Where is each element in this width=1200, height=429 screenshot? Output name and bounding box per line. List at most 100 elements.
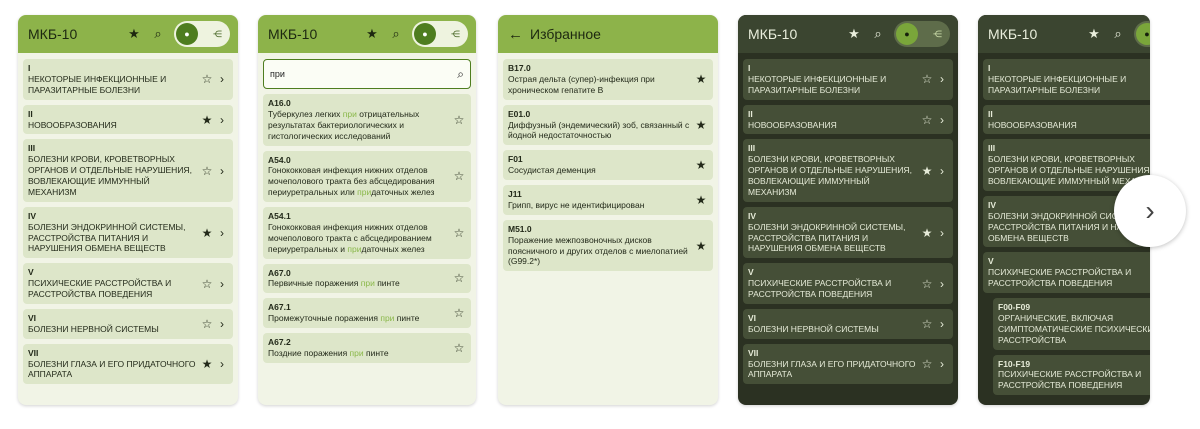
view-mode-toggle[interactable]: ● ⋲ xyxy=(412,21,468,47)
star-outline-icon[interactable]: ☆ xyxy=(451,113,467,127)
item-text: II НОВООБРАЗОВАНИЯ xyxy=(28,109,199,131)
star-outline-icon[interactable]: ☆ xyxy=(199,72,215,86)
class-row[interactable]: I НЕКОТОРЫЕ ИНФЕКЦИОННЫЕ И ПАРАЗИТАРНЫЕ Б… xyxy=(983,59,1150,100)
favorite-row[interactable]: E01.0 Диффузный (эндемический) зоб, связа… xyxy=(503,104,713,146)
item-text: V ПСИХИЧЕСКИЕ РАССТРОЙСТВА И РАССТРОЙСТВА… xyxy=(988,256,1150,289)
favorites-star-icon[interactable]: ★ xyxy=(362,26,382,42)
class-row[interactable]: III БОЛЕЗНИ КРОВИ, КРОВЕТВОРНЫХ ОРГАНОВ И… xyxy=(743,139,953,202)
item-name-after: пинте xyxy=(374,278,400,289)
star-outline-icon[interactable]: ☆ xyxy=(451,341,467,355)
class-row[interactable]: II НОВООБРАЗОВАНИЯ ☆ › xyxy=(743,104,953,135)
chevron-right-icon[interactable]: › xyxy=(935,277,949,291)
search-icon[interactable]: ⌕ xyxy=(457,67,464,82)
item-name-before: Промежуточные поражения xyxy=(268,313,381,324)
class-row[interactable]: III БОЛЕЗНИ КРОВИ, КРОВЕТВОРНЫХ ОРГАНОВ И… xyxy=(23,139,233,202)
search-icon[interactable]: ⌕ xyxy=(148,26,168,42)
favorite-row[interactable]: J11 Грипп, вирус не идентифицирован ★ xyxy=(503,185,713,215)
favorite-row[interactable]: B17.0 Острая дельта (супер)-инфекция при … xyxy=(503,59,713,100)
class-row[interactable]: V ПСИХИЧЕСКИЕ РАССТРОЙСТВА И РАССТРОЙСТВА… xyxy=(983,252,1150,293)
chevron-right-icon[interactable]: › xyxy=(935,113,949,127)
star-filled-icon[interactable]: ★ xyxy=(693,239,709,253)
class-row[interactable]: VII БОЛЕЗНИ ГЛАЗА И ЕГО ПРИДАТОЧНОГО АППА… xyxy=(743,343,953,385)
chevron-right-icon[interactable]: › xyxy=(215,317,229,331)
class-row[interactable]: VI БОЛЕЗНИ НЕРВНОЙ СИСТЕМЫ ☆ › xyxy=(743,308,953,339)
star-outline-icon[interactable]: ☆ xyxy=(451,271,467,285)
star-filled-icon[interactable]: ★ xyxy=(199,357,215,371)
class-row[interactable]: IIНОВООБРАЗОВАНИЯ☆ xyxy=(983,104,1150,135)
star-filled-icon[interactable]: ★ xyxy=(199,113,215,127)
block-row[interactable]: F10-F19 ПСИХИЧЕСКИЕ РАССТРОЙСТВА И РАССТР… xyxy=(993,354,1150,396)
item-name: БОЛЕЗНИ КРОВИ, КРОВЕТВОРНЫХ ОРГАНОВ И ОТ… xyxy=(748,154,912,197)
favorites-star-icon[interactable]: ★ xyxy=(844,26,864,42)
star-outline-icon[interactable]: ☆ xyxy=(451,306,467,320)
class-row[interactable]: II НОВООБРАЗОВАНИЯ ★ › xyxy=(23,104,233,135)
star-filled-icon[interactable]: ★ xyxy=(693,158,709,172)
class-row[interactable]: VII БОЛЕЗНИ ГЛАЗА И ЕГО ПРИДАТОЧНОГО АППА… xyxy=(23,343,233,385)
favorites-star-icon[interactable]: ★ xyxy=(124,26,144,42)
chevron-right-icon[interactable]: › xyxy=(215,164,229,178)
star-outline-icon[interactable]: ☆ xyxy=(451,226,467,240)
result-row[interactable]: A54.1 Гонококковая инфекция нижних отдело… xyxy=(263,207,471,259)
chevron-right-icon[interactable]: › xyxy=(215,113,229,127)
star-filled-icon[interactable]: ★ xyxy=(199,226,215,240)
item-code: I xyxy=(28,63,31,73)
next-screenshot-button[interactable]: › xyxy=(1114,175,1186,247)
class-row[interactable]: IV БОЛЕЗНИ ЭНДОКРИННОЙ СИСТЕМЫ, РАССТРОЙС… xyxy=(23,206,233,259)
result-row[interactable]: A67.2 Поздние поражения при пинте ☆ xyxy=(263,333,471,363)
class-row[interactable]: V ПСИХИЧЕСКИЕ РАССТРОЙСТВА И РАССТРОЙСТВА… xyxy=(743,263,953,304)
favorites-star-icon[interactable]: ★ xyxy=(1084,26,1104,42)
result-row[interactable]: A54.0 Гонококковая инфекция нижних отдело… xyxy=(263,150,471,202)
chevron-right-icon[interactable]: › xyxy=(215,277,229,291)
chevron-right-icon[interactable]: › xyxy=(215,357,229,371)
result-row[interactable]: A67.0 Первичные поражения при пинте ☆ xyxy=(263,263,471,294)
star-outline-icon[interactable]: ☆ xyxy=(199,164,215,178)
class-row[interactable]: III БОЛЕЗНИ КРОВИ, КРОВЕТВОРНЫХ ОРГАНОВ И… xyxy=(983,139,1150,191)
star-filled-icon[interactable]: ★ xyxy=(919,164,935,178)
result-row[interactable]: A16.0 Туберкулез легких при отрицательных… xyxy=(263,94,471,146)
chevron-right-icon[interactable]: › xyxy=(935,164,949,178)
back-arrow-icon[interactable]: ← xyxy=(508,26,530,43)
star-outline-icon[interactable]: ☆ xyxy=(919,317,935,331)
star-filled-icon[interactable]: ★ xyxy=(693,118,709,132)
favorite-row[interactable]: M51.0 Поражение межпозвоночных дисков поя… xyxy=(503,219,713,272)
view-mode-toggle[interactable]: ● ⋲ xyxy=(894,21,950,47)
class-row[interactable]: I НЕКОТОРЫЕ ИНФЕКЦИОННЫЕ И ПАРАЗИТАРНЫЕ Б… xyxy=(23,59,233,100)
item-name: ПСИХИЧЕСКИЕ РАССТРОЙСТВА И РАССТРОЙСТВА … xyxy=(28,278,172,299)
item-text: II НОВООБРАЗОВАНИЯ xyxy=(748,109,919,131)
chevron-right-icon[interactable]: › xyxy=(935,226,949,240)
search-input[interactable]: при ⌕ xyxy=(263,59,471,89)
star-outline-icon[interactable]: ☆ xyxy=(919,357,935,371)
item-name: Сосудистая деменция xyxy=(508,165,596,176)
search-icon[interactable]: ⌕ xyxy=(386,26,406,42)
item-name-before: Первичные поражения xyxy=(268,278,361,289)
chevron-right-icon[interactable]: › xyxy=(935,317,949,331)
item-name-highlight: при xyxy=(357,187,372,198)
star-outline-icon[interactable]: ☆ xyxy=(451,169,467,183)
star-filled-icon[interactable]: ★ xyxy=(693,72,709,86)
view-mode-toggle[interactable]: ● ⋲ xyxy=(174,21,230,47)
chevron-right-icon[interactable]: › xyxy=(215,226,229,240)
class-row[interactable]: IV БОЛЕЗНИ ЭНДОКРИННОЙ СИСТЕМЫ, РАССТРОЙС… xyxy=(743,206,953,259)
search-icon[interactable]: ⌕ xyxy=(1108,26,1128,42)
star-outline-icon[interactable]: ☆ xyxy=(919,113,935,127)
block-row[interactable]: F00-F09 ОРГАНИЧЕСКИЕ, ВКЛЮЧАЯ СИМПТОМАТИЧ… xyxy=(993,298,1150,350)
star-filled-icon[interactable]: ★ xyxy=(919,226,935,240)
favorite-row[interactable]: F01 Сосудистая деменция ★ xyxy=(503,150,713,180)
class-row[interactable]: V ПСИХИЧЕСКИЕ РАССТРОЙСТВА И РАССТРОЙСТВА… xyxy=(23,263,233,304)
class-row[interactable]: I НЕКОТОРЫЕ ИНФЕКЦИОННЫЕ И ПАРАЗИТАРНЫЕ Б… xyxy=(743,59,953,100)
star-outline-icon[interactable]: ☆ xyxy=(919,72,935,86)
item-text: III БОЛЕЗНИ КРОВИ, КРОВЕТВОРНЫХ ОРГАНОВ И… xyxy=(748,143,919,197)
item-name-before: Туберкулез легких xyxy=(268,108,343,119)
result-row[interactable]: A67.1 Промежуточные поражения при пинте ☆ xyxy=(263,298,471,328)
star-outline-icon[interactable]: ☆ xyxy=(199,317,215,331)
star-outline-icon[interactable]: ☆ xyxy=(199,277,215,291)
chevron-right-icon[interactable]: › xyxy=(935,72,949,86)
view-mode-toggle[interactable]: ● xyxy=(1134,21,1150,47)
chevron-right-icon[interactable]: › xyxy=(935,357,949,371)
chevron-right-icon[interactable]: › xyxy=(215,72,229,86)
search-icon[interactable]: ⌕ xyxy=(868,26,888,42)
star-outline-icon[interactable]: ☆ xyxy=(919,277,935,291)
class-row[interactable]: VI БОЛЕЗНИ НЕРВНОЙ СИСТЕМЫ ☆ › xyxy=(23,308,233,339)
star-filled-icon[interactable]: ★ xyxy=(693,193,709,207)
item-text: III БОЛЕЗНИ КРОВИ, КРОВЕТВОРНЫХ ОРГАНОВ И… xyxy=(28,143,199,197)
